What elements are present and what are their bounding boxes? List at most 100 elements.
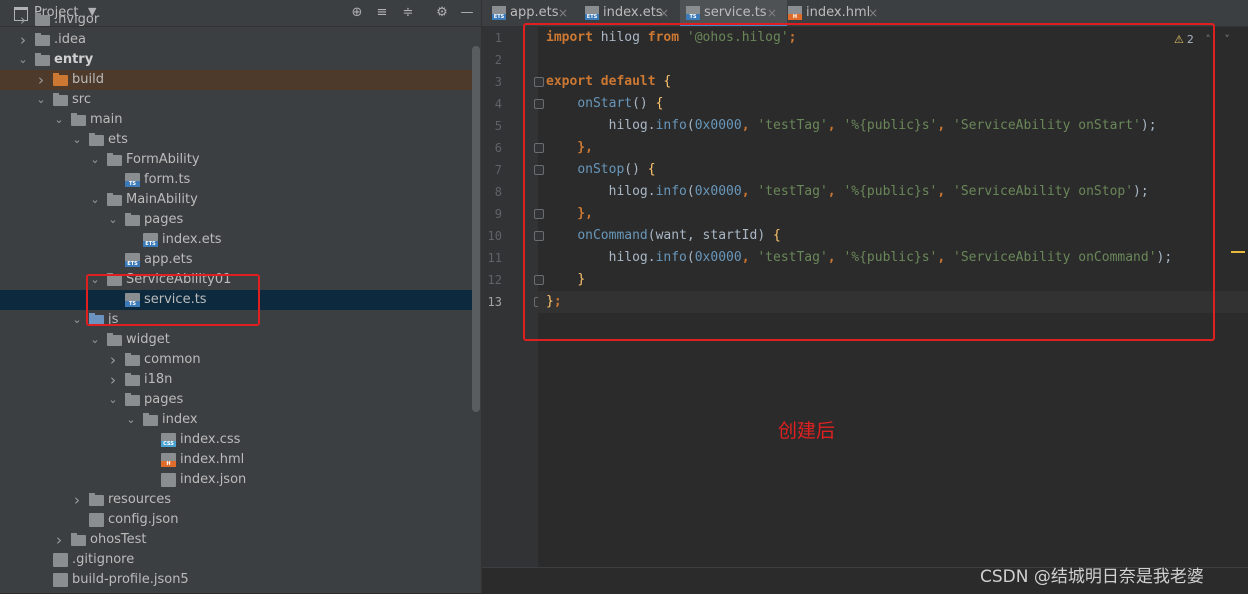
- tree-item[interactable]: ⌄ index: [0, 410, 472, 430]
- tree-item-label: ohosTest: [90, 532, 147, 547]
- line-number: 6: [494, 141, 502, 155]
- file-type-tag: ETS: [143, 241, 158, 247]
- tree-item-label: index.json: [180, 472, 247, 487]
- folder-icon: [53, 93, 68, 106]
- tree-item[interactable]: › ohosTest: [0, 530, 472, 550]
- folder-icon: [35, 33, 50, 46]
- line-number: 11: [487, 251, 502, 265]
- tree-item[interactable]: TS form.ts: [0, 170, 472, 190]
- chevron-down-icon[interactable]: ⌄: [17, 50, 29, 70]
- chevron-down-icon[interactable]: ⌄: [107, 390, 119, 410]
- file-icon: H: [161, 453, 176, 467]
- tree-item[interactable]: › .hvigor: [0, 10, 472, 30]
- tree-item[interactable]: › resources: [0, 490, 472, 510]
- folder-icon: [53, 73, 68, 86]
- tree-item[interactable]: ⌄ entry: [0, 50, 472, 70]
- file-icon: TS: [125, 173, 140, 187]
- file-type-tag: H: [161, 461, 176, 467]
- tree-item[interactable]: build-profile.json5: [0, 570, 472, 590]
- tree-item-label: build: [72, 72, 104, 87]
- file-icon: TS: [686, 6, 700, 20]
- tree-item[interactable]: ETS index.ets: [0, 230, 472, 250]
- folder-icon: [143, 413, 158, 426]
- tree-item-label: pages: [144, 212, 184, 227]
- tree-item[interactable]: › common: [0, 350, 472, 370]
- file-icon: [89, 513, 104, 527]
- tree-item[interactable]: ⌄ ets: [0, 130, 472, 150]
- tree-item-label: index: [162, 412, 198, 427]
- tree-item[interactable]: ⌄ FormAbility: [0, 150, 472, 170]
- tree-item[interactable]: index.json: [0, 470, 472, 490]
- tree-item-label: config.json: [108, 512, 179, 527]
- chevron-right-icon[interactable]: ›: [17, 30, 29, 50]
- tree-item-label: app.ets: [144, 252, 193, 267]
- chevron-right-icon[interactable]: ›: [53, 530, 65, 550]
- tree-item[interactable]: Hindex.hml: [0, 450, 472, 470]
- tree-scrollbar[interactable]: [472, 46, 480, 412]
- file-type-tag: TS: [686, 14, 700, 20]
- file-icon: CSS: [161, 433, 176, 447]
- tree-item-label: MainAbility: [126, 192, 198, 207]
- tree-item[interactable]: ⌄ pages: [0, 390, 472, 410]
- line-number: 4: [494, 97, 502, 111]
- file-icon: ETS: [585, 6, 599, 20]
- tree-item[interactable]: ⌄ main: [0, 110, 472, 130]
- line-number: 1: [494, 31, 502, 45]
- tree-item[interactable]: ⌄ pages: [0, 210, 472, 230]
- tree-item[interactable]: ⌄ MainAbility: [0, 190, 472, 210]
- tree-item[interactable]: ⌄ widget: [0, 330, 472, 350]
- file-icon: H: [788, 6, 802, 20]
- chevron-right-icon[interactable]: ›: [107, 370, 119, 390]
- line-number: 8: [494, 185, 502, 199]
- folder-icon: [71, 113, 86, 126]
- chevron-down-icon[interactable]: ⌄: [71, 130, 83, 150]
- line-number: 2: [494, 53, 502, 67]
- file-icon: [53, 553, 68, 567]
- chevron-down-icon[interactable]: ⌄: [71, 310, 83, 330]
- chevron-down-icon[interactable]: ⌄: [89, 190, 101, 210]
- tree-item-label: i18n: [144, 372, 173, 387]
- tree-item[interactable]: ⌄ src: [0, 90, 472, 110]
- folder-icon: [89, 493, 104, 506]
- tree-highlight-box: [86, 274, 260, 326]
- tree-item[interactable]: CSS index.css: [0, 430, 472, 450]
- chevron-down-icon[interactable]: ˅: [1224, 33, 1230, 46]
- file-icon: ETS: [143, 233, 158, 247]
- tree-item[interactable]: config.json: [0, 510, 472, 530]
- chevron-down-icon[interactable]: ⌄: [89, 330, 101, 350]
- tree-item-label: form.ts: [144, 172, 191, 187]
- file-icon: [53, 573, 68, 587]
- tree-item-label: .hvigor: [54, 12, 100, 27]
- chevron-down-icon[interactable]: ⌄: [53, 110, 65, 130]
- tree-item[interactable]: › .idea: [0, 30, 472, 50]
- folder-icon: [71, 533, 86, 546]
- chevron-right-icon[interactable]: ›: [35, 70, 47, 90]
- folder-icon: [107, 193, 122, 206]
- folder-icon: [125, 393, 140, 406]
- tree-item-label: build-profile.json5: [72, 572, 189, 587]
- tree-item-label: common: [144, 352, 201, 367]
- tree-item-label: widget: [126, 332, 170, 347]
- file-icon: ETS: [492, 6, 506, 20]
- file-type-tag: TS: [125, 181, 140, 187]
- chevron-down-icon[interactable]: ⌄: [89, 150, 101, 170]
- warning-stripe-marker[interactable]: [1231, 251, 1245, 253]
- folder-icon: [125, 353, 140, 366]
- chevron-down-icon[interactable]: ⌄: [125, 410, 137, 430]
- tree-item[interactable]: › build: [0, 70, 472, 90]
- chevron-down-icon[interactable]: ⌄: [35, 90, 47, 110]
- file-type-tag: ETS: [125, 261, 140, 267]
- chevron-right-icon[interactable]: ›: [107, 350, 119, 370]
- tree-item[interactable]: › i18n: [0, 370, 472, 390]
- tree-item-label: ets: [108, 132, 128, 147]
- folder-icon: [35, 53, 50, 66]
- tree-item-label: .gitignore: [72, 552, 135, 567]
- line-number: 5: [494, 119, 502, 133]
- tree-item[interactable]: .gitignore: [0, 550, 472, 570]
- tree-item-label: index.hml: [180, 452, 245, 467]
- chevron-right-icon[interactable]: ›: [17, 10, 29, 30]
- chevron-down-icon[interactable]: ⌄: [107, 210, 119, 230]
- tree-item[interactable]: ETS app.ets: [0, 250, 472, 270]
- file-type-tag: ETS: [585, 14, 599, 20]
- chevron-right-icon[interactable]: ›: [71, 490, 83, 510]
